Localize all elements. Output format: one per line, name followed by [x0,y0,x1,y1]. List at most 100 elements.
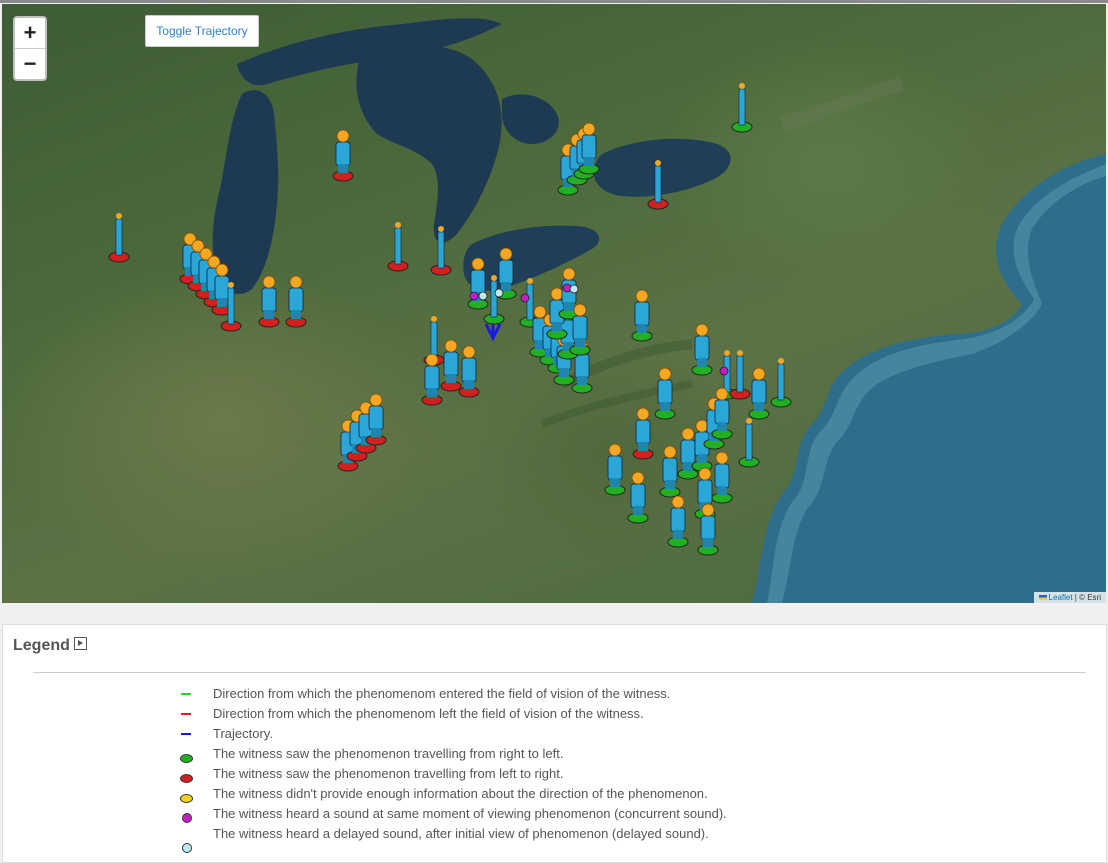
witness-person-marker[interactable] [365,393,387,446]
red-line-icon [181,713,191,715]
marker-legs [564,302,574,311]
marker-body [670,507,686,533]
marker-body [630,483,646,509]
marker-legs [552,322,562,331]
blue-line-icon [181,733,191,735]
marker-legs [637,324,647,333]
lake-michigan [212,90,279,294]
marker-tip [527,278,533,284]
witness-pin-marker[interactable] [738,418,760,468]
witness-person-marker[interactable] [659,445,681,498]
red-base-icon [180,774,193,783]
leaflet-link[interactable]: Leaflet [1049,593,1073,602]
legend-header[interactable]: Legend [13,637,87,655]
lake-ontario [593,138,731,197]
witness-person-marker[interactable] [748,367,770,420]
zoom-control: + − [13,16,47,81]
legend-item-text: The witness heard a sound at same moment… [213,806,727,821]
georgian-bay [502,94,559,144]
marker-legs [673,530,683,539]
marker-head [289,275,303,289]
marker-tip [778,358,784,364]
marker-legs [501,282,511,291]
marker-tip [438,226,444,232]
legend-item-text: The witness saw the phenomenon travellin… [213,746,564,761]
marker-head [608,443,622,457]
expand-icon[interactable] [73,637,87,650]
witness-person-marker[interactable] [631,289,653,342]
witness-person-marker[interactable] [654,367,676,420]
marker-legs [291,310,301,319]
witness-pin-marker[interactable] [729,350,751,400]
marker-legs [338,164,348,173]
marker-body [634,301,650,327]
marker-legs [446,374,456,383]
witness-person-marker[interactable] [711,451,733,504]
witness-person-marker[interactable] [258,275,280,328]
marker-head [631,471,645,485]
marker-legs [683,462,693,471]
legend-item-text: The witness saw the phenomenon travellin… [213,766,564,781]
witness-person-marker[interactable] [632,407,654,460]
witness-pin-marker[interactable] [387,222,409,272]
marker-body [288,287,304,313]
marker-pole [736,355,744,393]
marker-pole [777,363,785,401]
witness-person-marker[interactable] [627,471,649,524]
atlantic-ocean [752,154,1106,603]
marker-pole [115,218,123,256]
marker-legs [371,428,381,437]
marker-tip [746,418,752,424]
witness-person-marker[interactable] [667,495,689,548]
marker-body [214,275,230,301]
witness-person-marker[interactable] [458,345,480,398]
witness-person-marker[interactable] [285,275,307,328]
witness-person-marker[interactable] [332,129,354,182]
zoom-out-button[interactable]: − [15,49,45,79]
map-view[interactable]: + − Toggle Trajectory Leaflet | © Esri [2,4,1106,603]
witness-person-marker[interactable] [604,443,626,496]
marker-head [635,289,649,303]
marker-tip [395,222,401,228]
sound-dot [520,293,530,303]
marker-head [715,387,729,401]
light-blue-dot-icon [182,843,192,853]
marker-pole [227,287,235,325]
marker-body [335,141,351,167]
marker-head [752,367,766,381]
legend-item-text: The witness didn't provide enough inform… [213,786,708,801]
witness-pin-marker[interactable] [770,358,792,408]
marker-body [498,259,514,285]
legend-item-text: Direction from which the phenomenom left… [213,706,644,721]
witness-pin-marker[interactable] [731,83,753,133]
marker-pole [437,231,445,269]
marker-body [694,335,710,361]
marker-head [550,287,564,301]
witness-person-marker[interactable] [691,323,713,376]
legend-item-text: Direction from which the phenomenom ente… [213,686,671,701]
witness-pin-marker[interactable] [108,213,130,263]
marker-body [607,455,623,481]
witness-person-marker[interactable] [440,339,462,392]
marker-tip [724,350,730,356]
zoom-in-button[interactable]: + [15,18,45,49]
marker-legs [717,422,727,431]
marker-tip [228,282,234,288]
marker-body [714,399,730,425]
attribution-text: | © Esri [1072,593,1101,602]
marker-head [636,407,650,421]
sound-dot [469,291,479,301]
marker-legs [633,506,643,515]
legend-panel: Legend Direction from which the phenomen… [2,624,1107,863]
marker-body [697,479,713,505]
marker-head [701,503,715,517]
green-base-icon [180,754,193,763]
sound-dot [478,291,488,301]
marker-body [572,315,588,341]
legend-title: Legend [13,637,70,654]
marker-body [424,365,440,391]
marker-legs [577,376,587,385]
marker-pole [490,280,498,318]
toggle-trajectory-button[interactable]: Toggle Trajectory [145,15,259,47]
sound-dot [569,284,579,294]
